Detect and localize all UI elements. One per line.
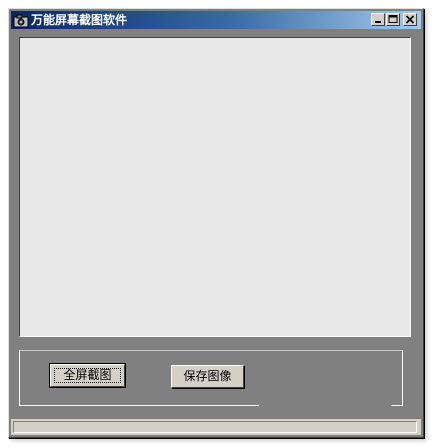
groupbox-border-top	[19, 350, 403, 351]
close-icon	[405, 15, 415, 24]
groupbox-border-left	[19, 350, 20, 406]
groupbox-border-right	[402, 350, 403, 406]
save-image-button[interactable]: 保存图像	[171, 365, 244, 388]
minimize-button[interactable]	[371, 13, 385, 26]
status-pane	[13, 421, 417, 433]
groupbox-border-bottom	[19, 405, 259, 406]
screenshot-preview-area	[19, 37, 411, 337]
maximize-icon	[388, 15, 398, 23]
title-bar[interactable]: 万能屏幕截图软件	[11, 11, 421, 29]
maximize-button[interactable]	[386, 13, 400, 26]
status-bar	[11, 418, 421, 435]
close-button[interactable]	[403, 13, 417, 26]
fullscreen-capture-button[interactable]: 全屏截图	[49, 363, 126, 388]
main-window: 万能屏幕截图软件 全屏截图 保存图像	[8, 8, 424, 438]
save-image-label: 保存图像	[183, 369, 232, 383]
minimize-icon	[375, 21, 381, 23]
focus-rectangle	[54, 368, 121, 383]
window-title: 万能屏幕截图软件	[31, 13, 128, 27]
groupbox-border-bottom-end	[391, 405, 403, 406]
camera-icon	[13, 13, 29, 28]
